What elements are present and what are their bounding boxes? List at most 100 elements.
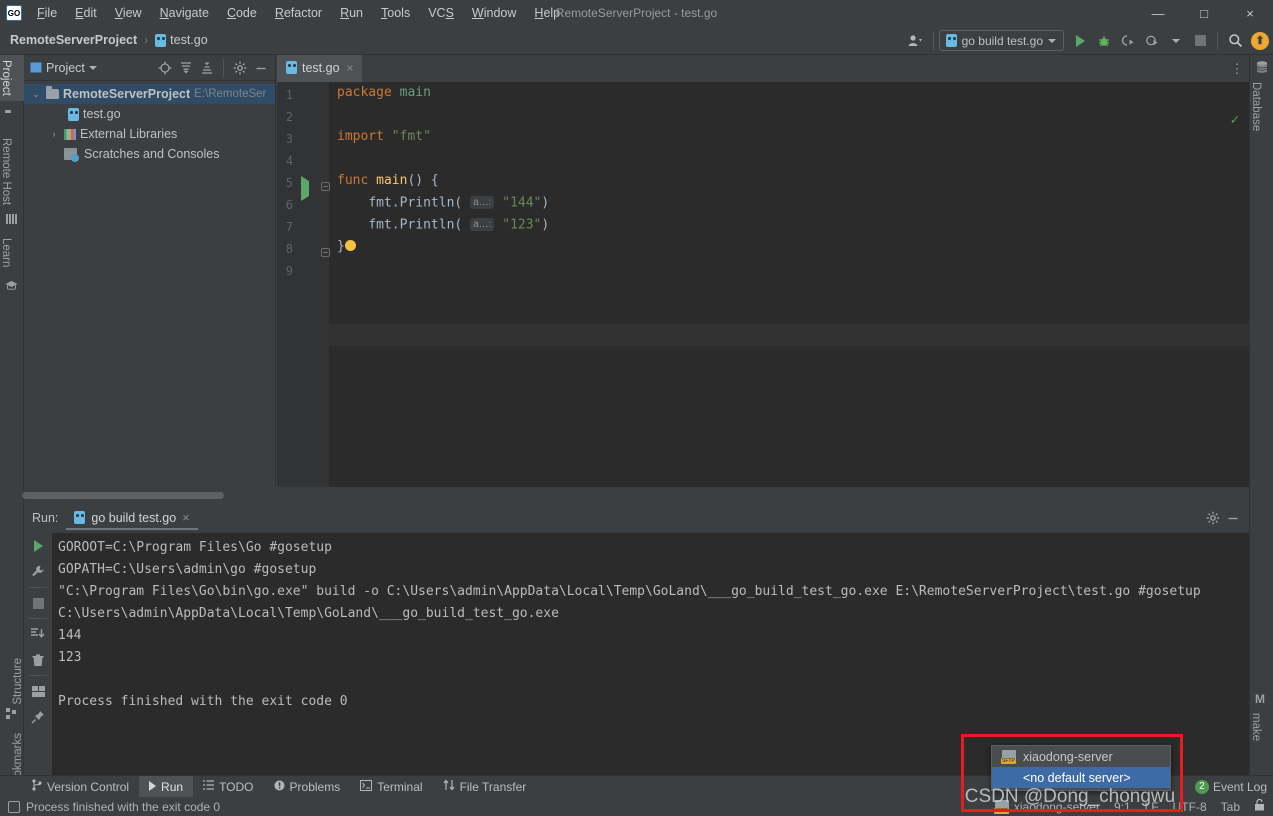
tab-run[interactable]: Run	[139, 775, 194, 798]
todo-icon	[203, 779, 215, 794]
debug-icon[interactable]	[1092, 29, 1116, 53]
close-icon[interactable]: ×	[182, 511, 189, 525]
event-log-area[interactable]: 2 Event Log	[1194, 779, 1273, 794]
menu-item-navigate[interactable]: Navigate	[151, 2, 218, 24]
profile-dropdown-icon[interactable]	[1164, 29, 1188, 53]
console-line: GOROOT=C:\Program Files\Go #gosetup	[58, 540, 332, 555]
project-scrollbar-thumb[interactable]	[22, 492, 224, 499]
expand-all-icon[interactable]	[176, 58, 196, 78]
sidebar-item-make[interactable]: make	[1250, 708, 1273, 746]
make-icon: M	[1255, 692, 1265, 706]
gutter-divider-3	[29, 675, 47, 676]
code-line-3: import "fmt"	[329, 126, 1249, 148]
console-output[interactable]: GOROOT=C:\Program Files\Go #gosetup GOPA…	[52, 533, 1249, 775]
run-tab-go-build[interactable]: go build test.go ×	[66, 507, 198, 530]
sidebar-item-remote-host[interactable]: Remote Host	[0, 133, 24, 210]
right-tool-strip: Database M make	[1249, 55, 1273, 775]
code-line-6: fmt.Println( a…: "144")	[329, 192, 1249, 214]
minimize-icon[interactable]	[1223, 508, 1243, 528]
locate-icon[interactable]	[155, 58, 175, 78]
stop-icon[interactable]	[24, 590, 52, 616]
rerun-icon[interactable]	[24, 533, 52, 559]
coverage-icon[interactable]	[1116, 29, 1140, 53]
profile-icon[interactable]	[1140, 29, 1164, 53]
inspection-status-icon[interactable]: ✓	[1231, 112, 1239, 128]
chevron-down-icon[interactable]: ⌄	[30, 89, 42, 100]
minimize-button[interactable]: —	[1135, 0, 1181, 26]
status-encoding[interactable]: UTF-8	[1173, 800, 1207, 814]
menu-item-edit[interactable]: Edit	[66, 2, 106, 24]
menu-item-window[interactable]: Window	[463, 2, 525, 24]
tab-file-transfer[interactable]: File Transfer	[433, 776, 537, 798]
tree-item-path: E:\RemoteSer	[194, 88, 267, 100]
breadcrumb-file[interactable]: test.go	[170, 33, 208, 47]
editor-gutter[interactable]: 1 2 3 4 5 6 7 8 9 − −	[277, 82, 330, 487]
popup-item-xiaodong-server[interactable]: xiaodong-server	[992, 746, 1170, 767]
server-dropdown-popup[interactable]: xiaodong-server <no default server>	[991, 745, 1171, 791]
menu-item-run[interactable]: Run	[331, 2, 372, 24]
code-line-1: package main	[329, 82, 1249, 104]
menu-item-refactor[interactable]: Refactor	[266, 2, 331, 24]
maximize-button[interactable]: □	[1181, 0, 1227, 26]
tab-todo[interactable]: TODO	[193, 776, 263, 798]
menu-item-view[interactable]: View	[106, 2, 151, 24]
event-log-label[interactable]: Event Log	[1213, 780, 1267, 794]
menu-item-tools[interactable]: Tools	[372, 2, 419, 24]
tree-item-scratches-and-consoles[interactable]: Scratches and Consoles	[24, 144, 275, 164]
trash-icon[interactable]	[24, 647, 52, 673]
code-content[interactable]: package main import "fmt" func main() { …	[329, 82, 1249, 487]
run-configuration-selector[interactable]: go build test.go	[938, 30, 1064, 51]
update-icon[interactable]: ⬆	[1251, 31, 1269, 50]
tab-version-control[interactable]: Version Control	[22, 776, 139, 798]
scratches-icon	[64, 148, 79, 162]
popup-item-no-default-server[interactable]: <no default server>	[992, 767, 1170, 788]
line-number: 6	[285, 198, 293, 212]
layout-icon[interactable]	[24, 678, 52, 704]
code-line-7: fmt.Println( a…: "123")	[329, 214, 1249, 236]
remote-host-icon	[6, 213, 18, 227]
project-view-icon	[30, 62, 42, 73]
minimize-icon[interactable]	[251, 58, 271, 78]
console-line: 144	[58, 628, 82, 643]
sidebar-item-structure[interactable]: Structure	[0, 653, 24, 710]
search-icon[interactable]	[1223, 29, 1247, 53]
go-file-icon	[155, 33, 167, 47]
tab-problems[interactable]: Problems	[264, 776, 351, 798]
chevron-right-icon[interactable]: ›	[48, 129, 60, 139]
pin-icon[interactable]	[24, 704, 52, 730]
menu-item-code[interactable]: Code	[218, 2, 266, 24]
gear-icon[interactable]	[1203, 508, 1223, 528]
run-icon[interactable]	[1068, 29, 1092, 53]
line-number: 4	[285, 154, 293, 168]
gear-icon[interactable]	[230, 58, 250, 78]
sidebar-item-database[interactable]: Database	[1250, 77, 1273, 136]
lock-icon[interactable]	[1254, 798, 1265, 814]
run-gutter-toolbar	[24, 533, 52, 775]
tree-item-remoteserverproject[interactable]: ⌄ RemoteServerProject E:\RemoteSer	[24, 84, 275, 104]
intention-bulb-icon[interactable]	[344, 240, 356, 251]
tab-terminal[interactable]: Terminal	[350, 776, 432, 798]
menu-item-file[interactable]: File	[28, 2, 66, 24]
breadcrumb-project[interactable]: RemoteServerProject	[10, 33, 137, 47]
collapse-all-icon[interactable]	[197, 58, 217, 78]
sidebar-item-label: Learn	[0, 238, 12, 268]
project-tree: ⌄ RemoteServerProject E:\RemoteSer test.…	[24, 81, 275, 164]
editor-tab-test-go[interactable]: test.go ×	[277, 55, 362, 82]
chevron-down-icon[interactable]	[88, 65, 97, 70]
menu-item-help[interactable]: Help	[525, 2, 569, 24]
menu-item-vcs[interactable]: VCS	[419, 2, 463, 24]
account-icon[interactable]	[904, 29, 928, 53]
status-indent[interactable]: Tab	[1221, 800, 1240, 814]
close-button[interactable]: ×	[1227, 0, 1273, 26]
sidebar-item-learn[interactable]: Learn	[0, 233, 24, 272]
stop-icon[interactable]	[1188, 29, 1212, 53]
tree-item-external-libraries[interactable]: › External Libraries	[24, 124, 275, 144]
sidebar-item-project[interactable]: Project	[0, 55, 24, 101]
tree-item-test-go[interactable]: test.go	[24, 104, 275, 124]
close-icon[interactable]: ×	[347, 61, 354, 75]
code-editor[interactable]: 1 2 3 4 5 6 7 8 9 − − package main impor…	[277, 82, 1249, 487]
scroll-to-end-icon[interactable]	[24, 621, 52, 647]
editor-options-icon[interactable]: ⋮	[1225, 55, 1249, 82]
run-gutter-icon[interactable]	[301, 176, 309, 201]
settings-wrench-icon[interactable]	[24, 559, 52, 585]
